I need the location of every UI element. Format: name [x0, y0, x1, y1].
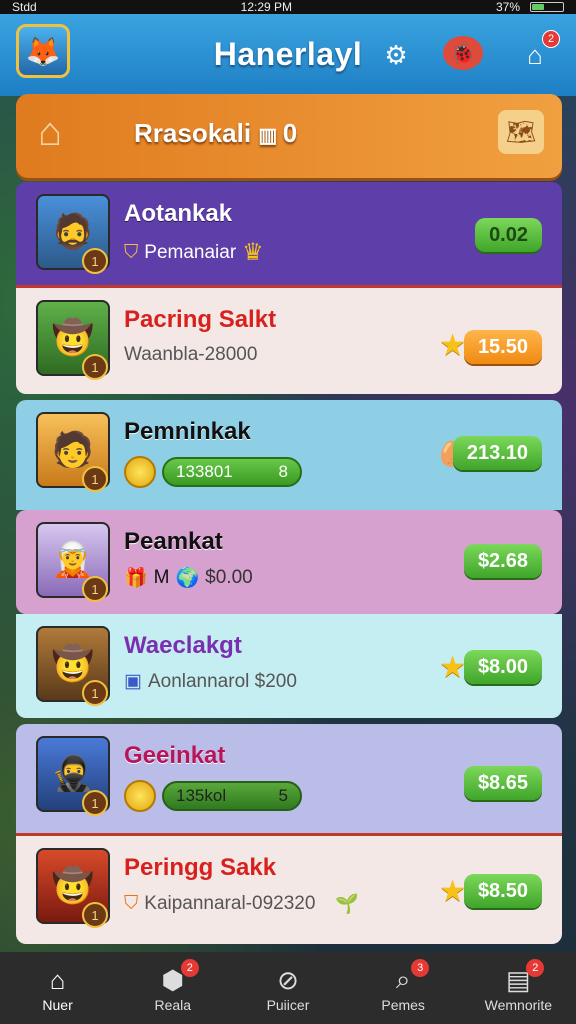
star-icon: ★ — [439, 875, 466, 908]
coin-icon — [124, 780, 156, 812]
bottom-nav: ⌂ Nuer ⬢ 2 Reala ⊘ Puiicer ⌕ 3 Pemes ▤ 2… — [0, 952, 576, 1024]
progress-extra: 8 — [278, 462, 288, 481]
level-badge: 1 — [82, 902, 108, 928]
home-icon: ⌂ — [49, 964, 66, 995]
nav-badge: 2 — [180, 959, 199, 977]
app-title: Hanerlayl — [213, 36, 363, 72]
inbox-icon: ▤ 2 — [468, 959, 568, 997]
progress-extra: 5 — [278, 786, 288, 805]
list-item[interactable]: 🧝 1 Peamkat 🎁 M 🌍 $0.00 $2.68 — [16, 510, 562, 614]
nav-badge: 3 — [411, 959, 430, 977]
list-item[interactable]: 🤠 1 Waeclakgt ▣ Aonlannarol $200 ★ $8.00 — [16, 614, 562, 718]
price-button[interactable]: 213.10 — [452, 436, 542, 470]
list-item[interactable]: 🤠 1 Pacring Salkt Waanbla-28000 ★ 15.50 — [16, 288, 562, 394]
row-name: Peamkat — [124, 528, 223, 555]
notification-badge: 2 — [542, 30, 560, 48]
row-sub-value: $0.00 — [205, 567, 253, 588]
row-sub: ⛉ Pemanaiar ♛ — [124, 238, 264, 267]
row-sub: 🎁 M 🌍 $0.00 — [124, 566, 253, 590]
banner-count: 0 — [282, 118, 298, 148]
player-list: 🧔 1 Aotankak ⛉ Pemanaiar ♛ 0.02 🤠 1 Pacr… — [16, 182, 562, 944]
coin-icon — [124, 456, 156, 488]
home-icon[interactable]: ⌂ 2 — [516, 30, 560, 74]
gift-icon: 🎁 — [124, 568, 148, 589]
level-badge: 1 — [82, 680, 108, 706]
row-name: Peringg Sakk — [124, 854, 277, 881]
nav-item-pemes[interactable]: ⌕ 3 Pemes — [353, 959, 453, 1013]
row-sub-text: Kaipannaral-092320 — [144, 893, 316, 914]
nav-label: Reala — [154, 997, 192, 1013]
list-item[interactable]: 🧔 1 Aotankak ⛉ Pemanaiar ♛ 0.02 — [16, 182, 562, 288]
battery-label: 37% — [495, 0, 520, 14]
progress-bar: 133801 8 — [162, 457, 302, 487]
plant-icon: 🌱 — [335, 894, 360, 915]
row-name: Geeinkat — [124, 742, 226, 769]
gear-icon[interactable]: ⚙ — [377, 36, 415, 74]
carrier-label: Stdd — [12, 0, 37, 14]
shield-icon: ⛉ — [124, 893, 139, 914]
level-badge: 1 — [82, 790, 108, 816]
nav-badge: 2 — [526, 959, 545, 977]
star-icon: ★ — [439, 651, 466, 684]
nav-label: Nuer — [42, 997, 73, 1013]
nav-item-wemnorite[interactable]: ▤ 2 Wemnorite — [468, 959, 568, 1013]
row-name: Waeclakgt — [124, 632, 242, 659]
price-button[interactable]: 0.02 — [475, 218, 542, 252]
shield-icon: ⬢ 2 — [123, 959, 223, 997]
nav-item-puiicer[interactable]: ⊘ Puiicer — [238, 963, 338, 1014]
progress-value: 135kol — [176, 786, 227, 805]
row-sub: Waanbla-28000 — [124, 344, 257, 366]
price-button[interactable]: $8.50 — [463, 874, 542, 908]
level-badge: 1 — [82, 576, 108, 602]
row-sub: ⛉ Kaipannaral-092320 🌱 — [124, 892, 359, 916]
row-sub-text: Pemanaiar — [144, 241, 237, 263]
house-icon: ⌂ — [38, 110, 63, 154]
star-icon: ★ — [439, 329, 466, 362]
row-name: Pemninkak — [124, 418, 251, 445]
price-button[interactable]: $8.65 — [463, 766, 542, 800]
promo-banner[interactable]: ⌂ Rrasokali ▥ 0 🗺 — [16, 94, 562, 178]
crown-icon: ♛ — [242, 239, 264, 266]
level-badge: 1 — [82, 248, 108, 274]
banner-title: Rrasokali ▥ 0 — [134, 118, 297, 149]
status-right: 37% — [496, 0, 564, 14]
row-sub: ▣ Aonlannarol $200 — [124, 670, 297, 693]
chart-icon: ▣ — [124, 671, 142, 692]
app-header: 🦊 Hanerlayl ⚙ 🐞 ⌂ 2 — [0, 14, 576, 96]
nav-item-reala[interactable]: ⬢ 2 Reala — [123, 959, 223, 1013]
row-sub-text: Waanbla-28000 — [124, 344, 258, 365]
battery-icon — [530, 2, 564, 12]
nav-label: Puiicer — [266, 997, 310, 1013]
list-item[interactable]: 🤠 1 Peringg Sakk ⛉ Kaipannaral-092320 🌱 … — [16, 836, 562, 944]
level-badge: 1 — [82, 354, 108, 380]
chest-icon: ▥ — [258, 125, 283, 147]
progress-value: 133801 — [176, 462, 233, 481]
search-icon: ⌕ 3 — [353, 959, 453, 997]
row-sub-text: Aonlannarol $200 — [147, 670, 297, 692]
shield-icon: ⛉ — [124, 241, 139, 263]
price-button[interactable]: $8.00 — [463, 650, 542, 684]
price-button[interactable]: $2.68 — [463, 544, 542, 578]
list-item[interactable]: 🧑 1 Pemninkak 133801 8 🥚 213.10 — [16, 400, 562, 510]
map-icon[interactable]: 🗺 — [498, 110, 544, 154]
status-bar: Stdd 12:29 PM 37% — [0, 0, 576, 14]
progress-bar: 135kol 5 — [162, 781, 302, 811]
nav-item-home[interactable]: ⌂ Nuer — [8, 963, 108, 1014]
row-sub-text: M — [153, 567, 170, 588]
row-name: Pacring Salkt — [124, 306, 277, 333]
compass-icon: ⊘ — [277, 964, 299, 995]
nav-label: Wemnorite — [484, 997, 553, 1013]
globe-icon: 🌍 — [175, 568, 200, 589]
row-sub: 135kol 5 — [124, 780, 302, 812]
row-name: Aotankak — [124, 200, 233, 227]
level-badge: 1 — [82, 466, 108, 492]
clock-label: 12:29 PM — [240, 0, 293, 14]
list-item[interactable]: 🥷 1 Geeinkat 135kol 5 $8.65 — [16, 724, 562, 836]
price-button[interactable]: 15.50 — [463, 330, 542, 364]
nav-label: Pemes — [381, 997, 425, 1013]
row-sub: 133801 8 — [124, 456, 302, 488]
banner-title-text: Rrasokali — [134, 118, 252, 148]
mascot-icon[interactable]: 🐞 — [443, 36, 483, 70]
